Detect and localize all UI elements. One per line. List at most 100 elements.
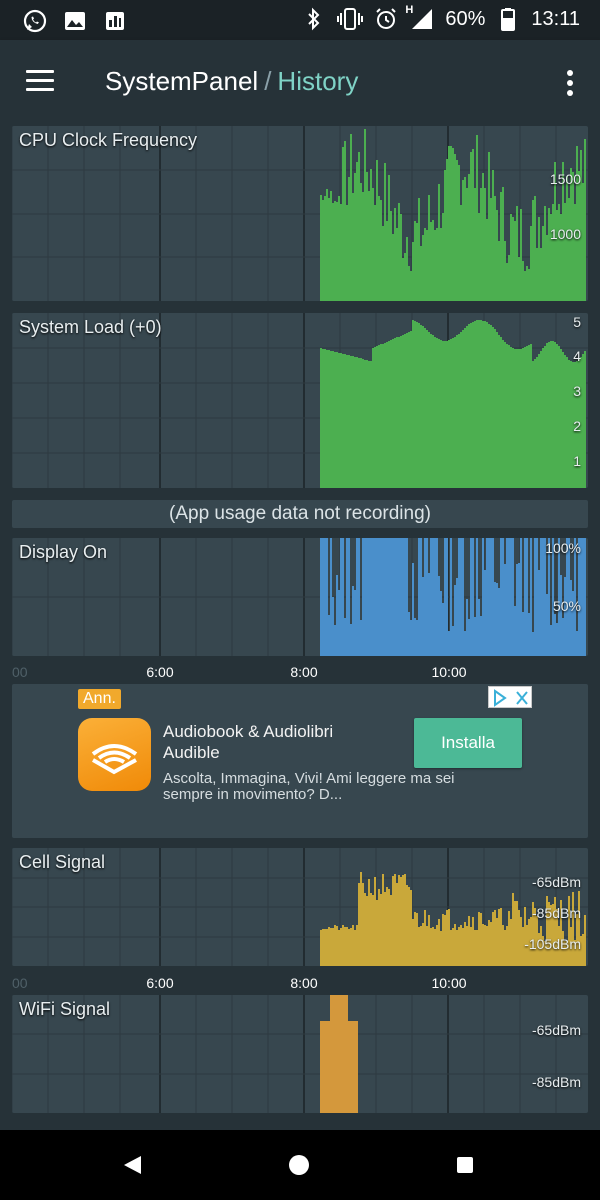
cpu-bar [414,221,416,301]
ad-choices-icon[interactable] [488,686,532,708]
display-bar [450,538,452,656]
cpu-bar [406,237,408,301]
load-bar [504,342,506,488]
back-icon[interactable] [124,1156,141,1174]
load-bar [478,320,480,488]
cpu-bar [386,221,388,301]
cell-bar [344,927,346,966]
load-bar [446,341,448,488]
cpu-bar [456,160,458,301]
display-bar [458,538,460,656]
display-bar [324,538,326,656]
display-bar [506,538,508,656]
cpu-bar [334,201,336,301]
cpu-y-label-1500: 1500 [549,171,581,187]
display-bar [374,538,376,656]
load-y-label-4: 4 [573,348,581,364]
load-bar [326,350,328,488]
display-bar [370,538,372,656]
cpu-bar [472,149,474,301]
cpu-bar [428,195,430,301]
load-bar [562,352,564,488]
cell-bar [468,916,470,966]
load-bar [448,340,450,488]
wifi-y-label-85: -85dBm [531,1074,581,1090]
load-bar [338,353,340,488]
cpu-bar [538,217,540,301]
cpu-bar [398,203,400,301]
display-bar [584,538,586,656]
display-bar [366,538,368,656]
cell-bar [516,901,518,966]
cpu-bar [526,266,528,301]
cell-bar [322,929,324,966]
cpu-bar [442,213,444,301]
display-bar [390,538,392,656]
display-on-chart[interactable]: Display On 100% 50% [12,538,588,656]
load-bar [426,330,428,488]
load-bar [368,361,370,488]
wifi-signal-chart[interactable]: WiFi Signal -65dBm -85dBm [12,995,588,1113]
home-icon[interactable] [289,1155,309,1175]
overflow-menu-icon[interactable] [566,70,574,96]
cpu-bar [374,205,376,301]
battery-percent: 60% [445,7,486,30]
display-bar [322,538,324,656]
audible-logo-icon[interactable] [78,718,151,791]
cpu-bar [354,173,356,301]
cell-bar [320,930,322,966]
cpu-bar [332,203,334,301]
system-load-chart[interactable]: System Load (+0) 5 4 3 2 1 [12,313,588,488]
load-bar [542,348,544,488]
cpu-bar [362,192,364,301]
hamburger-menu-icon[interactable] [26,70,56,94]
display-bar [486,538,488,656]
display-bar [546,594,548,656]
display-bar [412,563,414,656]
ad-advertiser[interactable]: Audible [163,742,403,763]
load-bar [524,347,526,488]
load-bar [330,351,332,488]
display-bar [380,538,382,656]
load-bar [406,333,408,488]
load-bar [360,358,362,488]
cpu-bar [516,206,518,301]
cell-signal-chart[interactable]: Cell Signal -65dBm -85dBm -105dBm [12,848,588,966]
ad-title[interactable]: Audiobook & Audiolibri Audible [163,721,403,763]
cpu-bar [492,170,494,301]
cell-bar [350,928,352,966]
display-bar [438,576,440,656]
load-bar [540,351,542,488]
time-tick-10: 10:00 [431,975,467,991]
cpu-bar [328,198,330,301]
display-bar [414,618,416,656]
cpu-bar [514,221,516,301]
cell-y-label-65: -65dBm [531,874,581,890]
load-bar [568,360,570,488]
cpu-bar [558,204,560,301]
display-bar [444,538,446,656]
cpu-bar [352,193,354,301]
load-bar [558,346,560,488]
load-bar [364,360,366,488]
wifi-chart-title: WiFi Signal [19,999,111,1019]
ad-title-text[interactable]: Audiobook & Audiolibri [163,721,403,742]
cell-y-label-85: -85dBm [531,905,581,921]
cell-bar [462,928,464,966]
display-bar [550,625,552,656]
display-bar [338,590,340,656]
ad-banner[interactable]: Ann. Audiobook & Audiolibri Audible Asco… [12,684,588,838]
wifi-bar [350,1021,352,1113]
cell-bar [384,892,386,966]
cpu-bar [416,223,418,301]
recents-icon[interactable] [457,1157,473,1173]
cpu-frequency-chart[interactable]: CPU Clock Frequency 1500 1000 [12,126,588,301]
cpu-bar [564,203,566,301]
cpu-bar [434,230,436,301]
display-bar [472,538,474,656]
display-bar [404,538,406,656]
cpu-bar [430,222,432,301]
cpu-bar [440,228,442,301]
wifi-bar [322,1021,324,1113]
install-button[interactable]: Installa [414,718,522,768]
